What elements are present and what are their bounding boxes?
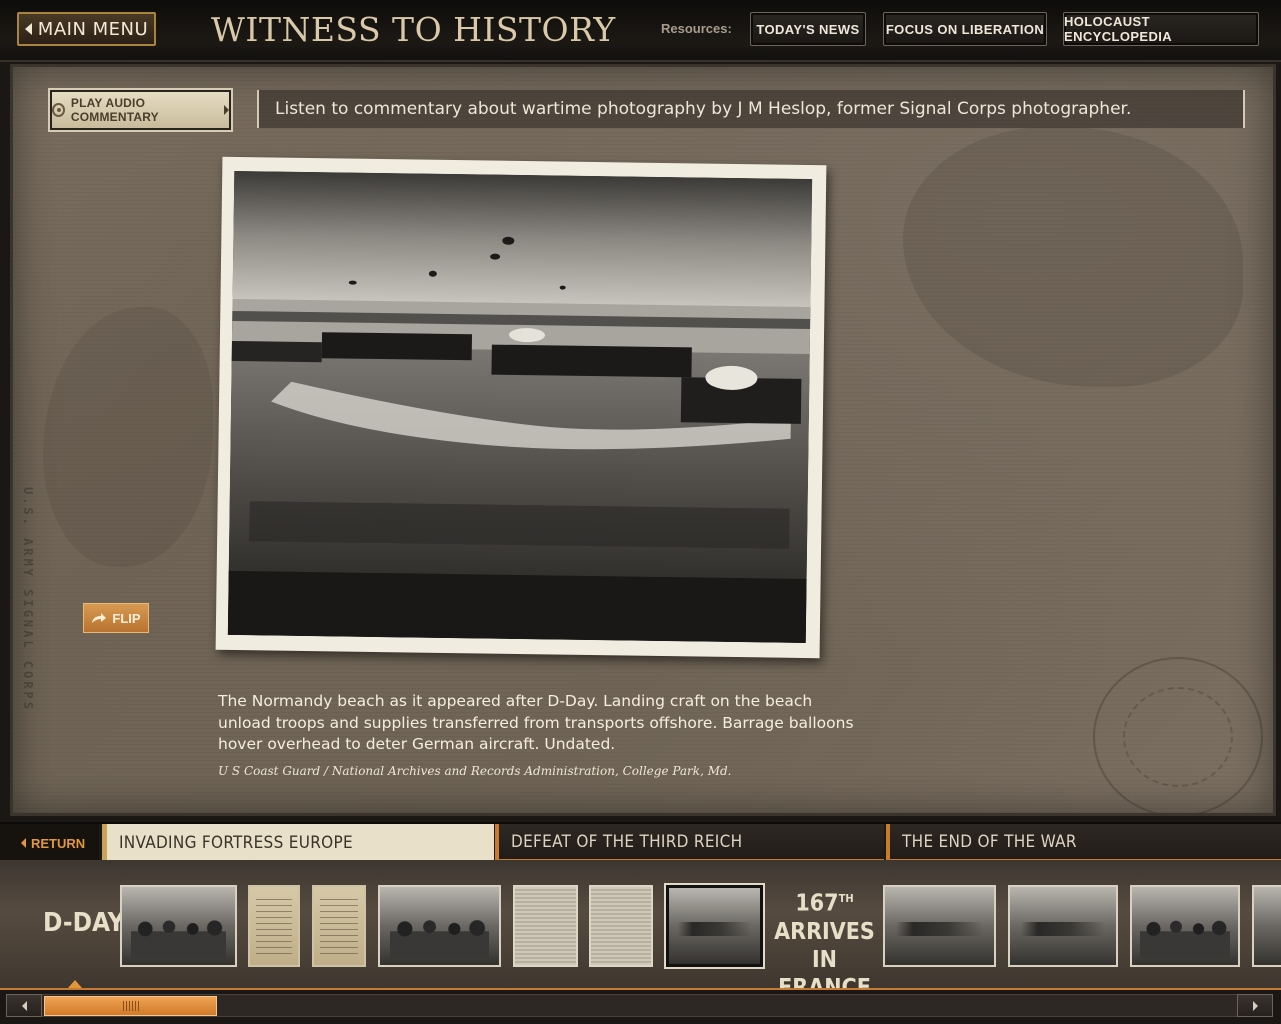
photo-credit: U S Coast Guard / National Archives and …: [218, 764, 732, 778]
main-menu-button[interactable]: MAIN MENU: [17, 12, 156, 46]
thumbnail-photo[interactable]: [120, 885, 237, 967]
signal-corps-stamp: U.S. ARMY SIGNAL CORPS: [21, 487, 35, 712]
scroll-track[interactable]: [42, 994, 1237, 1017]
photo-print: [215, 156, 827, 659]
return-button[interactable]: RETURN: [0, 824, 99, 862]
return-label: RETURN: [31, 835, 86, 851]
filmstrip: D-DAY 167TH ARRIVES IN FRANCE: [0, 860, 1281, 990]
postal-stamp-decoration: [1123, 687, 1233, 787]
thumbnail-photo[interactable]: [1252, 885, 1281, 967]
content-panel: U.S. ARMY SIGNAL CORPS PLAY AUDIO COMMEN…: [10, 64, 1276, 816]
milestone-label[interactable]: 167TH ARRIVES IN FRANCE: [772, 885, 877, 990]
thumbnail-newspaper[interactable]: [513, 885, 578, 967]
scroll-right-button[interactable]: [1237, 994, 1273, 1017]
arrow-left-icon: [21, 838, 26, 848]
main-menu-label: MAIN MENU: [37, 18, 149, 40]
thumbnail-document[interactable]: [248, 885, 300, 967]
tab-invading-fortress-europe[interactable]: INVADING FORTRESS EUROPE: [102, 824, 494, 862]
section-tabs: RETURN INVADING FORTRESS EUROPE DEFEAT O…: [0, 822, 1281, 862]
arrow-left-icon: [21, 1000, 27, 1011]
tab-the-end-of-the-war[interactable]: THE END OF THE WAR: [886, 824, 1281, 862]
arrow-right-icon: [1252, 1000, 1258, 1011]
play-icon: [224, 105, 229, 115]
milestone-text-line1: ARRIVES IN: [774, 918, 875, 973]
flip-button[interactable]: FLIP: [83, 603, 149, 633]
todays-news-button[interactable]: TODAY'S NEWS: [750, 12, 866, 46]
thumbnail-photo[interactable]: [378, 885, 501, 967]
top-bar: MAIN MENU WITNESS TO HISTORY Resources: …: [0, 0, 1281, 62]
audio-icon: [52, 103, 65, 117]
arrow-left-icon: [24, 23, 32, 35]
thumbnail-photo[interactable]: [1130, 885, 1240, 967]
audio-description: Listen to commentary about wartime photo…: [257, 90, 1245, 128]
thumbnail-newspaper[interactable]: [589, 885, 653, 967]
milestone-number: 167: [795, 890, 839, 917]
milestone-text-line2: FRANCE: [778, 974, 871, 990]
normandy-beach-photo: [227, 170, 813, 643]
background-map-texture: [43, 307, 213, 567]
resources-label: Resources:: [661, 21, 732, 36]
filmstrip-scrollbar: [0, 990, 1281, 1024]
scroll-thumb[interactable]: [44, 996, 217, 1016]
play-audio-label: PLAY AUDIO COMMENTARY: [70, 96, 159, 124]
current-position-marker: [68, 980, 82, 988]
thumbnail-photo[interactable]: [883, 885, 996, 967]
section-label: D-DAY: [43, 908, 125, 938]
photo-caption: The Normandy beach as it appeared after …: [218, 692, 854, 753]
play-audio-commentary-button[interactable]: PLAY AUDIO COMMENTARY: [50, 90, 231, 130]
app-title: WITNESS TO HISTORY: [211, 10, 616, 49]
holocaust-encyclopedia-button[interactable]: HOLOCAUST ENCYCLOPEDIA: [1063, 12, 1259, 46]
focus-on-liberation-button[interactable]: FOCUS ON LIBERATION: [883, 12, 1047, 46]
flip-arrow-icon: [92, 613, 107, 623]
flip-label: FLIP: [112, 610, 141, 626]
scroll-left-button[interactable]: [6, 994, 42, 1017]
grip-icon: [122, 1001, 139, 1011]
tab-defeat-of-the-third-reich[interactable]: DEFEAT OF THE THIRD REICH: [495, 824, 884, 862]
thumbnail-photo-selected[interactable]: [666, 885, 763, 967]
thumbnail-photo[interactable]: [1008, 885, 1118, 967]
background-map-texture: [903, 127, 1243, 387]
milestone-suffix: TH: [838, 892, 854, 905]
thumbnail-document[interactable]: [312, 885, 366, 967]
